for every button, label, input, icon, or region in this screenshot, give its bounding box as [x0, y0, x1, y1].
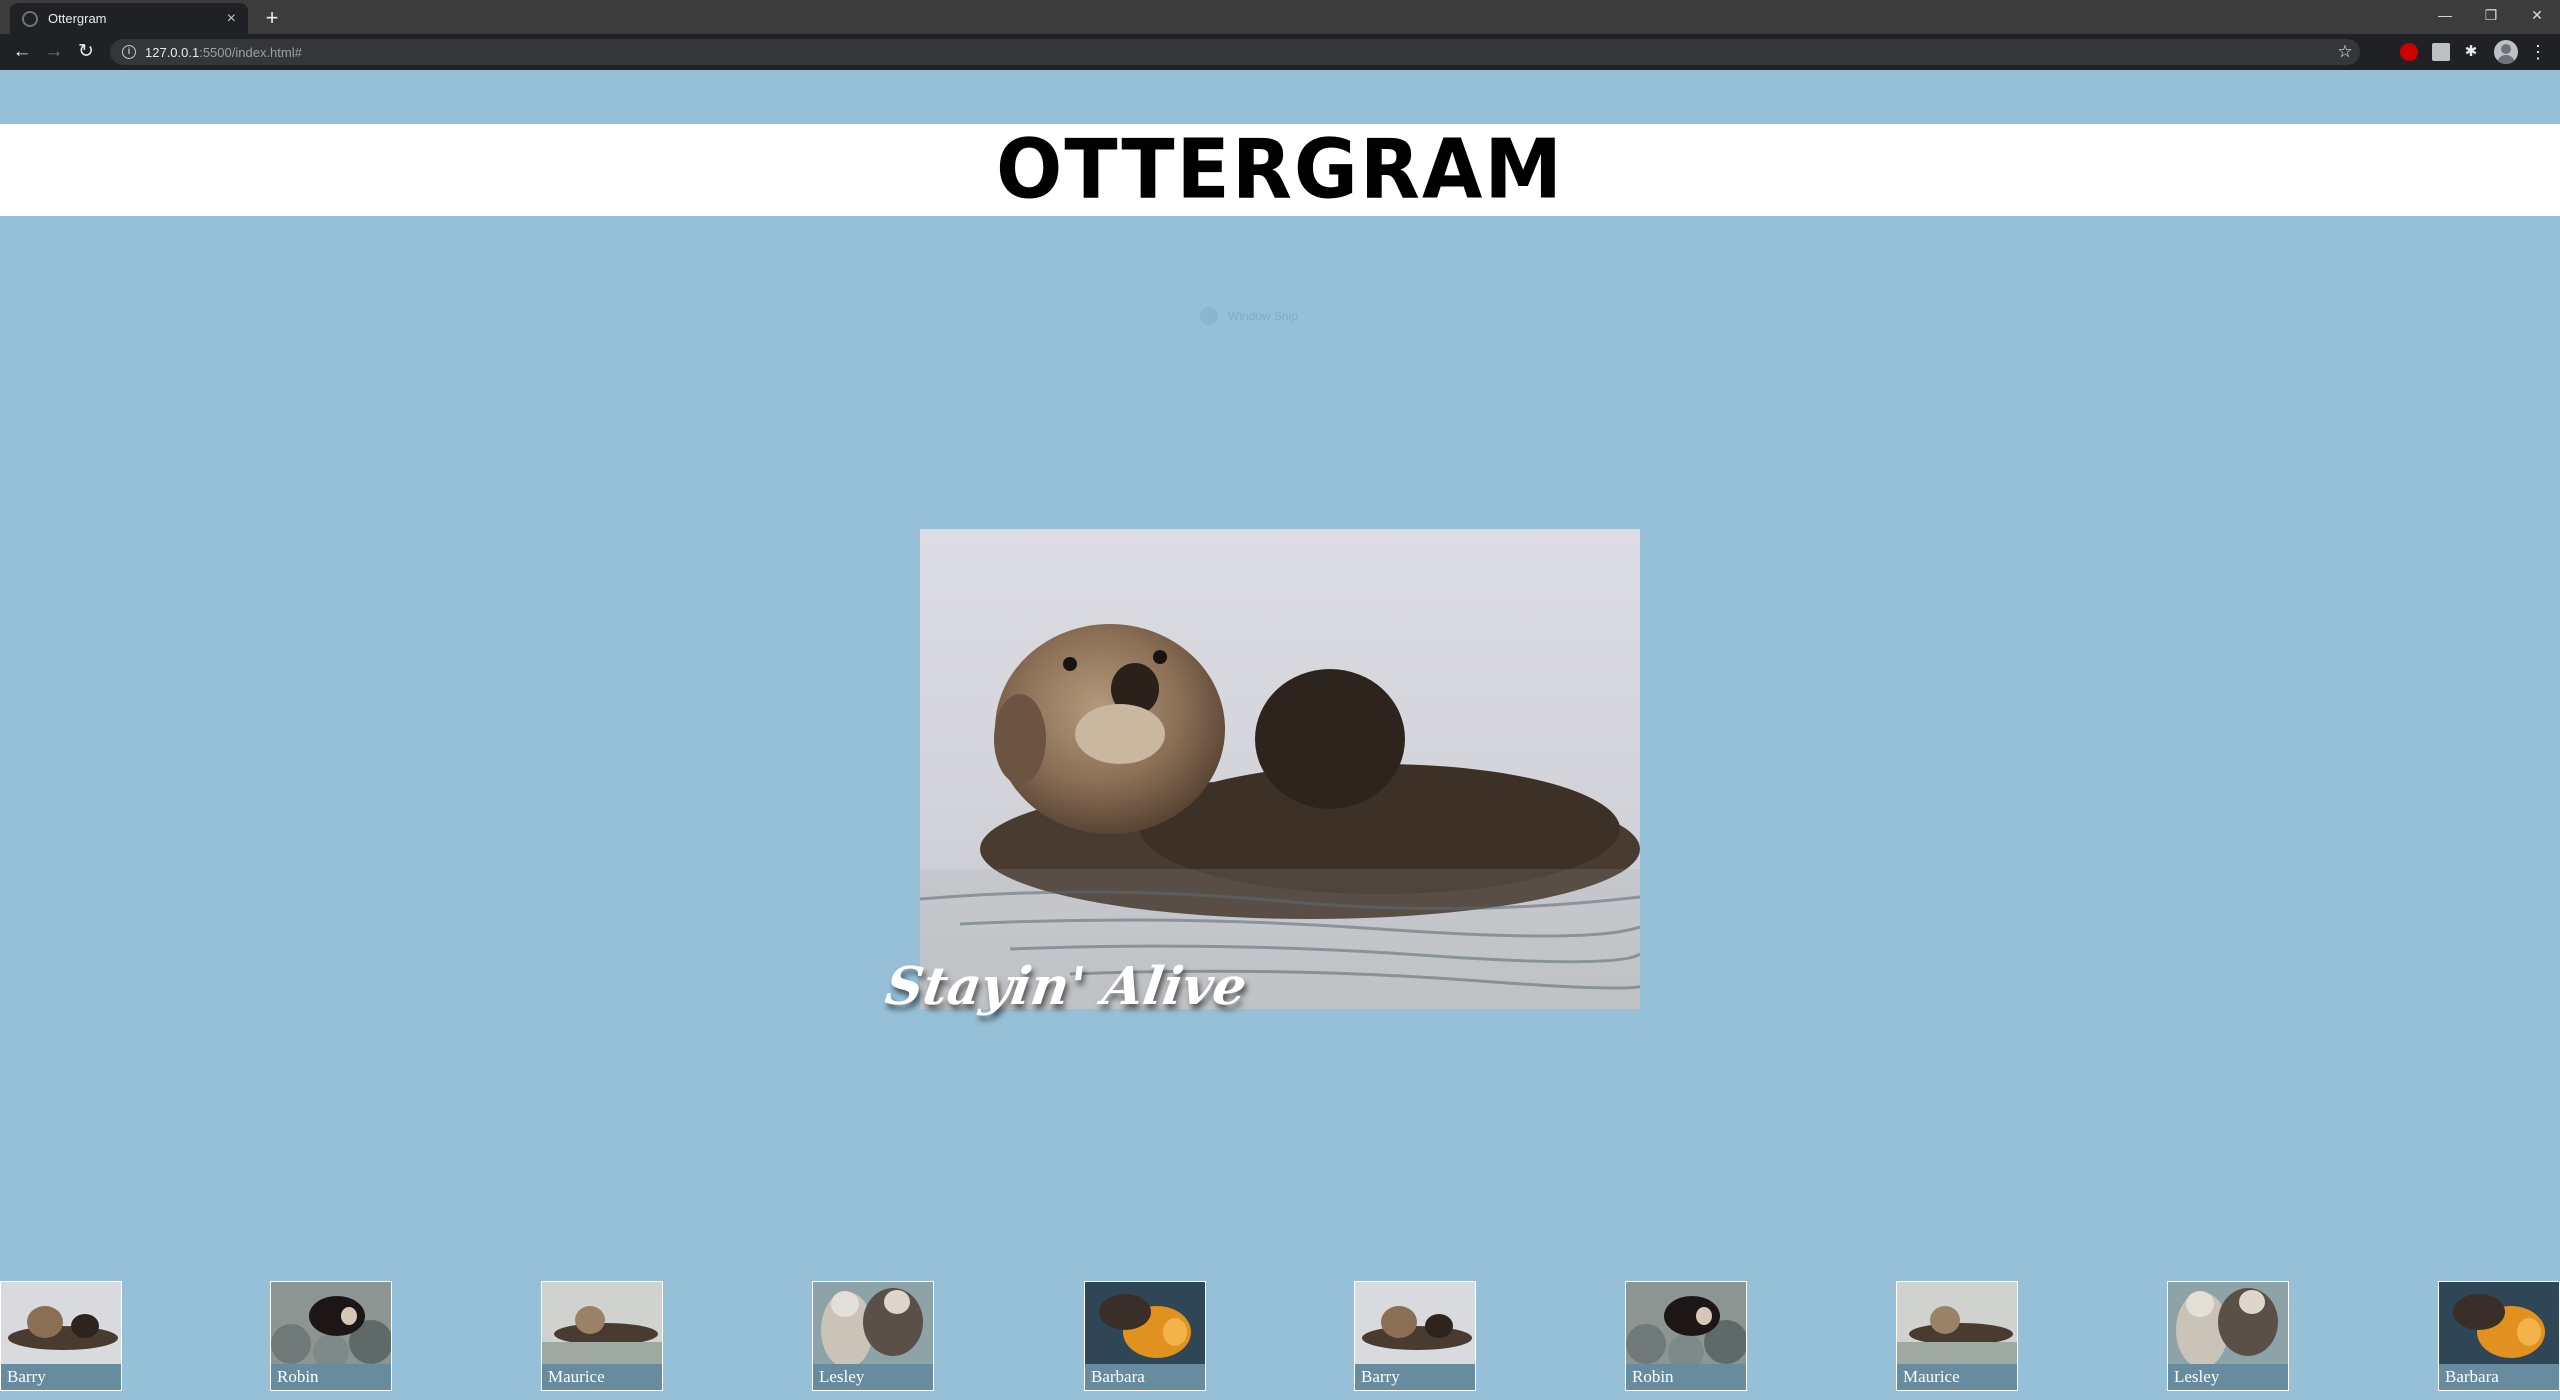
snip-overlay-hint: Window Snip — [1200, 304, 1380, 328]
thumbnail-item[interactable]: Maurice — [541, 1281, 663, 1391]
thumbnail-title: Lesley — [813, 1364, 933, 1390]
site-info-icon[interactable]: i — [122, 45, 136, 59]
otter-floating-icon — [1, 1282, 121, 1364]
globe-icon — [22, 10, 38, 27]
otters-pair-icon — [2168, 1282, 2288, 1364]
otters-pair-icon — [813, 1282, 933, 1364]
thumbnail-title: Maurice — [1897, 1364, 2017, 1390]
otter-orange-icon — [2439, 1282, 2559, 1364]
extensions-puzzle-icon[interactable]: ✱ — [2462, 43, 2480, 61]
new-tab-button[interactable]: + — [258, 4, 286, 32]
thumbnail-item[interactable]: Lesley — [2167, 1281, 2289, 1391]
otter-floating-icon — [542, 1282, 662, 1364]
otter-orange-icon — [1085, 1282, 1205, 1364]
url-path: :5500/index.html# — [199, 44, 302, 60]
tab-ottergram[interactable]: Ottergram × — [10, 3, 248, 34]
snip-label: Window Snip — [1228, 309, 1299, 323]
thumbnail-item[interactable]: Barbara — [2438, 1281, 2560, 1391]
thumbnail-title: Robin — [1626, 1364, 1746, 1390]
detail-title: Stayin' Alive — [881, 956, 1251, 1017]
thumbnail-title: Barbara — [2439, 1364, 2559, 1390]
thumbnail-title: Lesley — [2168, 1364, 2288, 1390]
detail-image — [920, 529, 1640, 1009]
forward-icon[interactable]: → — [40, 38, 68, 66]
minimize-icon[interactable]: — — [2422, 0, 2468, 30]
site-header: OTTERGRAM — [0, 122, 2560, 218]
otter-on-rocks-icon — [1626, 1282, 1746, 1364]
profile-avatar[interactable] — [2494, 40, 2518, 64]
address-bar[interactable]: i 127.0.0.1:5500/index.html# ☆ — [110, 39, 2360, 65]
thumbnail-title: Robin — [271, 1364, 391, 1390]
extension-icon[interactable] — [2432, 43, 2450, 61]
thumbnail-title: Barry — [1355, 1364, 1475, 1390]
otter-photo — [920, 529, 1640, 1009]
snip-icon — [1200, 307, 1218, 325]
back-icon[interactable]: ← — [8, 38, 36, 66]
adblock-extension-icon[interactable] — [2400, 43, 2418, 61]
close-tab-icon[interactable]: × — [227, 10, 236, 27]
thumbnail-item[interactable]: Barbara — [1084, 1281, 1206, 1391]
tab-title: Ottergram — [48, 11, 107, 26]
bookmark-star-icon[interactable]: ☆ — [2330, 39, 2360, 65]
thumbnail-title: Barbara — [1085, 1364, 1205, 1390]
url-host: 127.0.0.1 — [145, 44, 200, 60]
thumbnail-item[interactable]: Lesley — [812, 1281, 934, 1391]
thumbnail-item[interactable]: Barry — [0, 1281, 122, 1391]
browser-toolbar: ← → ↻ i 127.0.0.1:5500/index.html# ☆ ✱ ⋮ — [0, 34, 2560, 70]
otter-floating-icon — [1897, 1282, 2017, 1364]
thumbnail-item[interactable]: Robin — [270, 1281, 392, 1391]
thumbnail-title: Barry — [1, 1364, 121, 1390]
restore-icon[interactable]: ❐ — [2468, 0, 2514, 30]
otter-floating-icon — [1355, 1282, 1475, 1364]
page-title: OTTERGRAM — [996, 122, 1564, 218]
reload-icon[interactable]: ↻ — [72, 38, 100, 66]
thumbnail-item[interactable]: Maurice — [1896, 1281, 2018, 1391]
thumbnail-item[interactable]: Barry — [1354, 1281, 1476, 1391]
window-close-icon[interactable]: ✕ — [2514, 0, 2560, 30]
thumbnail-title: Maurice — [542, 1364, 662, 1390]
thumbnail-item[interactable]: Robin — [1625, 1281, 1747, 1391]
tab-strip: Ottergram × + — ❐ ✕ — [0, 0, 2560, 34]
otter-on-rocks-icon — [271, 1282, 391, 1364]
thumbnail-list: Barry Robin Maurice Lesley Barbara Barry… — [0, 1281, 2560, 1391]
browser-menu-icon[interactable]: ⋮ — [2528, 38, 2548, 66]
